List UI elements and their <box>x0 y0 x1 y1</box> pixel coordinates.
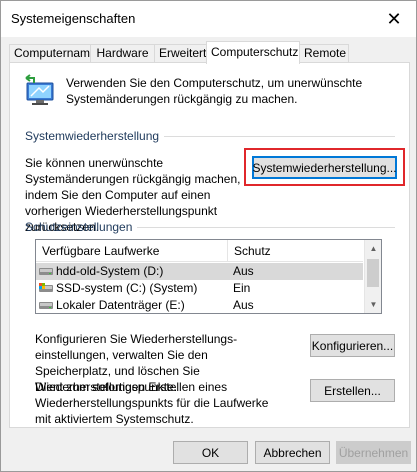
drives-list[interactable]: Verfügbare Laufwerke Schutz hdd-old-Syst… <box>35 239 382 314</box>
close-button[interactable]: ✕ <box>372 1 416 37</box>
create-button[interactable]: Erstellen... <box>310 379 395 402</box>
tab-erweitert[interactable]: Erweitert <box>154 44 208 63</box>
drive-name: hdd-old-System (D:) <box>56 264 164 278</box>
tab-computername[interactable]: Computername <box>9 44 97 63</box>
system-restore-button[interactable]: Systemwiederherstellung... <box>252 156 397 179</box>
intro-text: Verwenden Sie den Computerschutz, um une… <box>66 76 363 106</box>
cancel-button[interactable]: Abbrechen <box>255 441 330 464</box>
scroll-down-arrow-icon[interactable]: ▼ <box>365 296 381 313</box>
create-description: Dient zum sofortigen Erstellen eines Wie… <box>35 380 269 426</box>
apply-button: Übernehmen <box>336 441 411 464</box>
drive-row[interactable]: Lokaler Datenträger (E:) Aus <box>36 297 363 313</box>
tab-computerschutz[interactable]: Computerschutz <box>206 41 300 64</box>
system-protection-icon <box>25 74 54 105</box>
hdd-drive-icon <box>39 302 53 309</box>
tab-strip: Computername Hardware Erweitert Computer… <box>9 41 409 64</box>
protection-section-label: Schutzeinstellungen <box>25 220 133 234</box>
computerschutz-panel: Verwenden Sie den Computerschutz, um une… <box>9 62 410 428</box>
drives-list-scrollbar[interactable]: ▲ ▼ <box>364 240 381 313</box>
scroll-up-arrow-icon[interactable]: ▲ <box>365 240 381 257</box>
drive-row[interactable]: SSD-system (C:) (System) Ein <box>36 280 363 297</box>
drive-row[interactable]: hdd-old-System (D:) Aus <box>36 263 363 280</box>
tab-hardware[interactable]: Hardware <box>90 44 155 63</box>
column-header-drives[interactable]: Verfügbare Laufwerke <box>36 240 228 262</box>
hdd-drive-icon <box>39 268 53 275</box>
configure-button[interactable]: Konfigurieren... <box>310 334 395 357</box>
drive-protection-status: Aus <box>233 264 254 278</box>
restore-section-divider <box>164 136 395 137</box>
title-bar: Systemeigenschaften ✕ <box>1 1 416 37</box>
column-header-protection[interactable]: Schutz <box>228 240 363 262</box>
system-drive-icon <box>39 283 53 292</box>
drive-name: Lokaler Datenträger (E:) <box>56 298 185 312</box>
drive-protection-status: Ein <box>233 281 251 295</box>
drives-list-header: Verfügbare Laufwerke Schutz <box>36 240 363 262</box>
drive-protection-status: Aus <box>233 298 254 312</box>
window-title: Systemeigenschaften <box>11 11 136 26</box>
system-properties-window: Systemeigenschaften ✕ Computername Hardw… <box>0 0 417 472</box>
ok-button[interactable]: OK <box>173 441 248 464</box>
tab-remote[interactable]: Remote <box>299 44 349 63</box>
protection-section-divider <box>137 227 395 228</box>
restore-section-label: Systemwiederherstellung <box>25 129 160 143</box>
drive-name: SSD-system (C:) (System) <box>56 281 198 295</box>
scrollbar-thumb[interactable] <box>367 259 379 287</box>
